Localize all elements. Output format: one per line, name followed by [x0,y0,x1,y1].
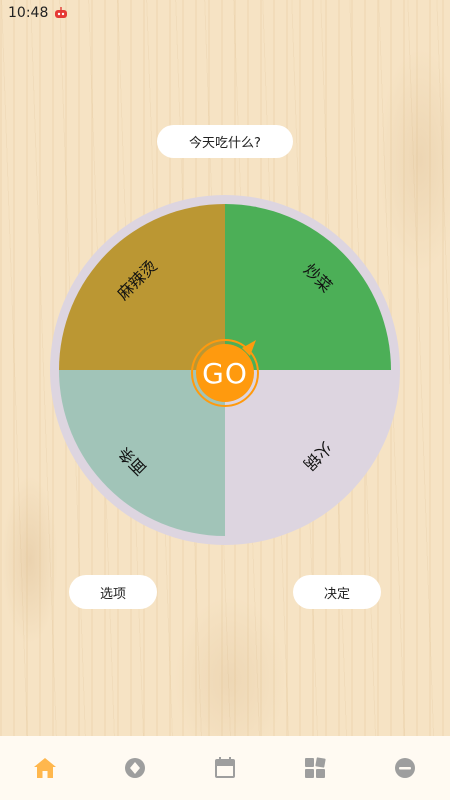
nav-home[interactable] [15,736,75,800]
question-title: 今天吃什么? [157,125,293,158]
compass-icon [125,758,145,778]
calendar-icon [215,757,235,778]
options-button[interactable]: 选项 [69,575,157,609]
profile-icon [395,758,415,778]
nav-apps[interactable] [285,736,345,800]
bottom-nav [0,736,450,800]
robot-icon [55,7,68,18]
go-label: GO [202,356,248,390]
nav-discover[interactable] [105,736,165,800]
status-bar: 10:48 [0,0,450,26]
status-time: 10:48 [8,5,49,21]
home-icon [34,758,56,778]
go-button[interactable]: GO [190,338,260,408]
grid-icon [305,757,326,778]
nav-calendar[interactable] [195,736,255,800]
decide-button[interactable]: 决定 [293,575,381,609]
nav-profile[interactable] [375,736,435,800]
